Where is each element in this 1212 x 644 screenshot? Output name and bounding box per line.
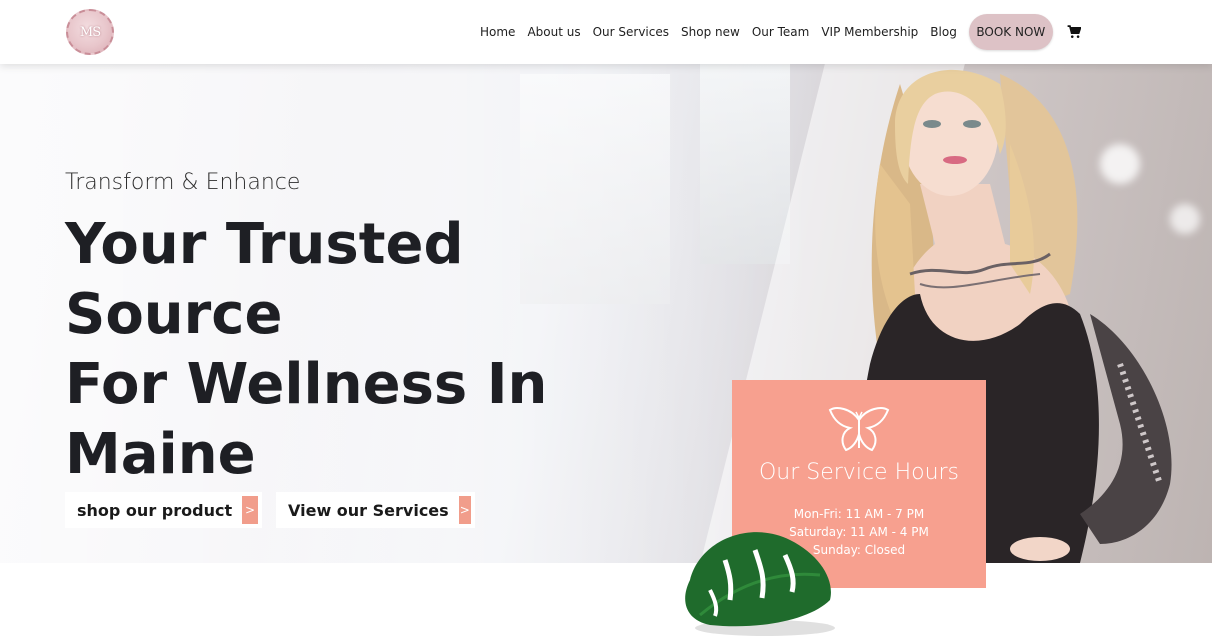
hero-section: Transform & Enhance Your Trusted Source … [0, 64, 1212, 563]
service-hours-title: Our Service Hours [758, 460, 960, 485]
nav-about-us[interactable]: About us [527, 25, 580, 39]
site-logo[interactable]: MS [66, 9, 114, 55]
nav-vip-membership[interactable]: VIP Membership [821, 25, 918, 39]
cart-icon[interactable] [1067, 24, 1083, 40]
logo-monogram: MS [79, 24, 101, 40]
nav-our-services[interactable]: Our Services [593, 25, 669, 39]
nav-blog[interactable]: Blog [930, 25, 957, 39]
site-header: MS Home About us Our Services Shop new O… [0, 0, 1212, 64]
headline-line: For Wellness In [65, 352, 548, 417]
butterfly-icon [828, 407, 890, 452]
main-nav: Home About us Our Services Shop new Our … [480, 0, 1083, 64]
shop-our-product-button[interactable]: shop our product > [65, 492, 262, 528]
hero-headline: Your Trusted Source For Wellness In Main… [65, 210, 548, 490]
view-our-services-button[interactable]: View our Services > [276, 492, 475, 528]
nav-home[interactable]: Home [480, 25, 515, 39]
cta-label: shop our product [77, 500, 233, 520]
hours-line: Mon-Fri: 11 AM - 7 PM [793, 507, 925, 521]
headline-line: Your Trusted [65, 212, 464, 277]
nav-shop-new[interactable]: Shop new [681, 25, 740, 39]
cta-label: View our Services [288, 500, 449, 520]
nav-our-team[interactable]: Our Team [752, 25, 810, 39]
headline-line: Source [65, 282, 283, 347]
headline-line: Maine [65, 422, 256, 487]
hero-eyebrow: Transform & Enhance [65, 170, 301, 195]
arrow-right-icon: > [242, 496, 258, 524]
arrow-right-icon: > [458, 496, 471, 524]
monstera-leaf-image [685, 532, 835, 636]
book-now-button[interactable]: BOOK NOW [968, 14, 1053, 50]
